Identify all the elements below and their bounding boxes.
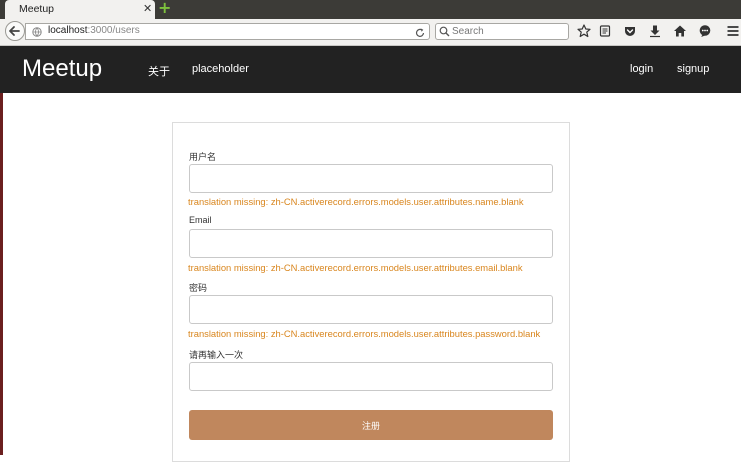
username-label: 用户名: [189, 152, 217, 162]
password-input[interactable]: [189, 295, 553, 324]
nav-link-placeholder[interactable]: placeholder: [192, 63, 249, 75]
search-input[interactable]: [452, 25, 564, 38]
back-button[interactable]: [5, 21, 25, 41]
home-icon[interactable]: [673, 24, 687, 38]
tab-title: Meetup: [19, 3, 55, 15]
reload-icon[interactable]: [414, 27, 426, 39]
browser-search-bar[interactable]: [435, 23, 569, 40]
password-label: 密码: [189, 283, 208, 293]
menu-icon[interactable]: [726, 24, 740, 38]
url-text: localhost:3000/users: [48, 25, 140, 36]
url-host: localhost: [48, 25, 88, 36]
close-icon[interactable]: ✕: [143, 2, 152, 15]
browser-tab[interactable]: Meetup ✕: [5, 0, 155, 19]
nav-link-about[interactable]: 关于: [148, 63, 170, 79]
back-arrow-icon: [9, 26, 20, 36]
email-error: translation missing: zh-CN.activerecord.…: [188, 262, 523, 273]
url-path: :3000/users: [87, 25, 140, 36]
download-icon[interactable]: [648, 24, 662, 38]
register-button[interactable]: 注册: [189, 410, 553, 440]
window-edge: [0, 93, 3, 455]
password-error: translation missing: zh-CN.activerecord.…: [188, 328, 541, 339]
browser-toolbar: localhost:3000/users: [0, 19, 741, 46]
site-navbar: Meetup 关于 placeholder login signup: [0, 46, 741, 93]
email-label: Email: [189, 215, 212, 225]
browser-tab-bar: Meetup ✕ +: [0, 0, 741, 19]
nav-link-signup[interactable]: signup: [677, 63, 709, 75]
username-error: translation missing: zh-CN.activerecord.…: [188, 196, 524, 207]
globe-icon: [32, 27, 42, 37]
search-icon: [439, 26, 450, 37]
brand-logo[interactable]: Meetup: [22, 55, 102, 83]
password-confirm-input[interactable]: [189, 362, 553, 391]
bookmark-star-icon[interactable]: [577, 24, 591, 38]
chat-icon[interactable]: [698, 24, 712, 38]
username-input[interactable]: [189, 164, 553, 193]
password-confirm-label: 请再输入一次: [189, 350, 244, 360]
new-tab-icon[interactable]: +: [158, 0, 172, 16]
reading-list-icon[interactable]: [598, 24, 612, 38]
pocket-icon[interactable]: [623, 24, 637, 38]
url-bar[interactable]: localhost:3000/users: [25, 23, 430, 40]
nav-link-login[interactable]: login: [630, 63, 653, 75]
email-input[interactable]: [189, 229, 553, 258]
